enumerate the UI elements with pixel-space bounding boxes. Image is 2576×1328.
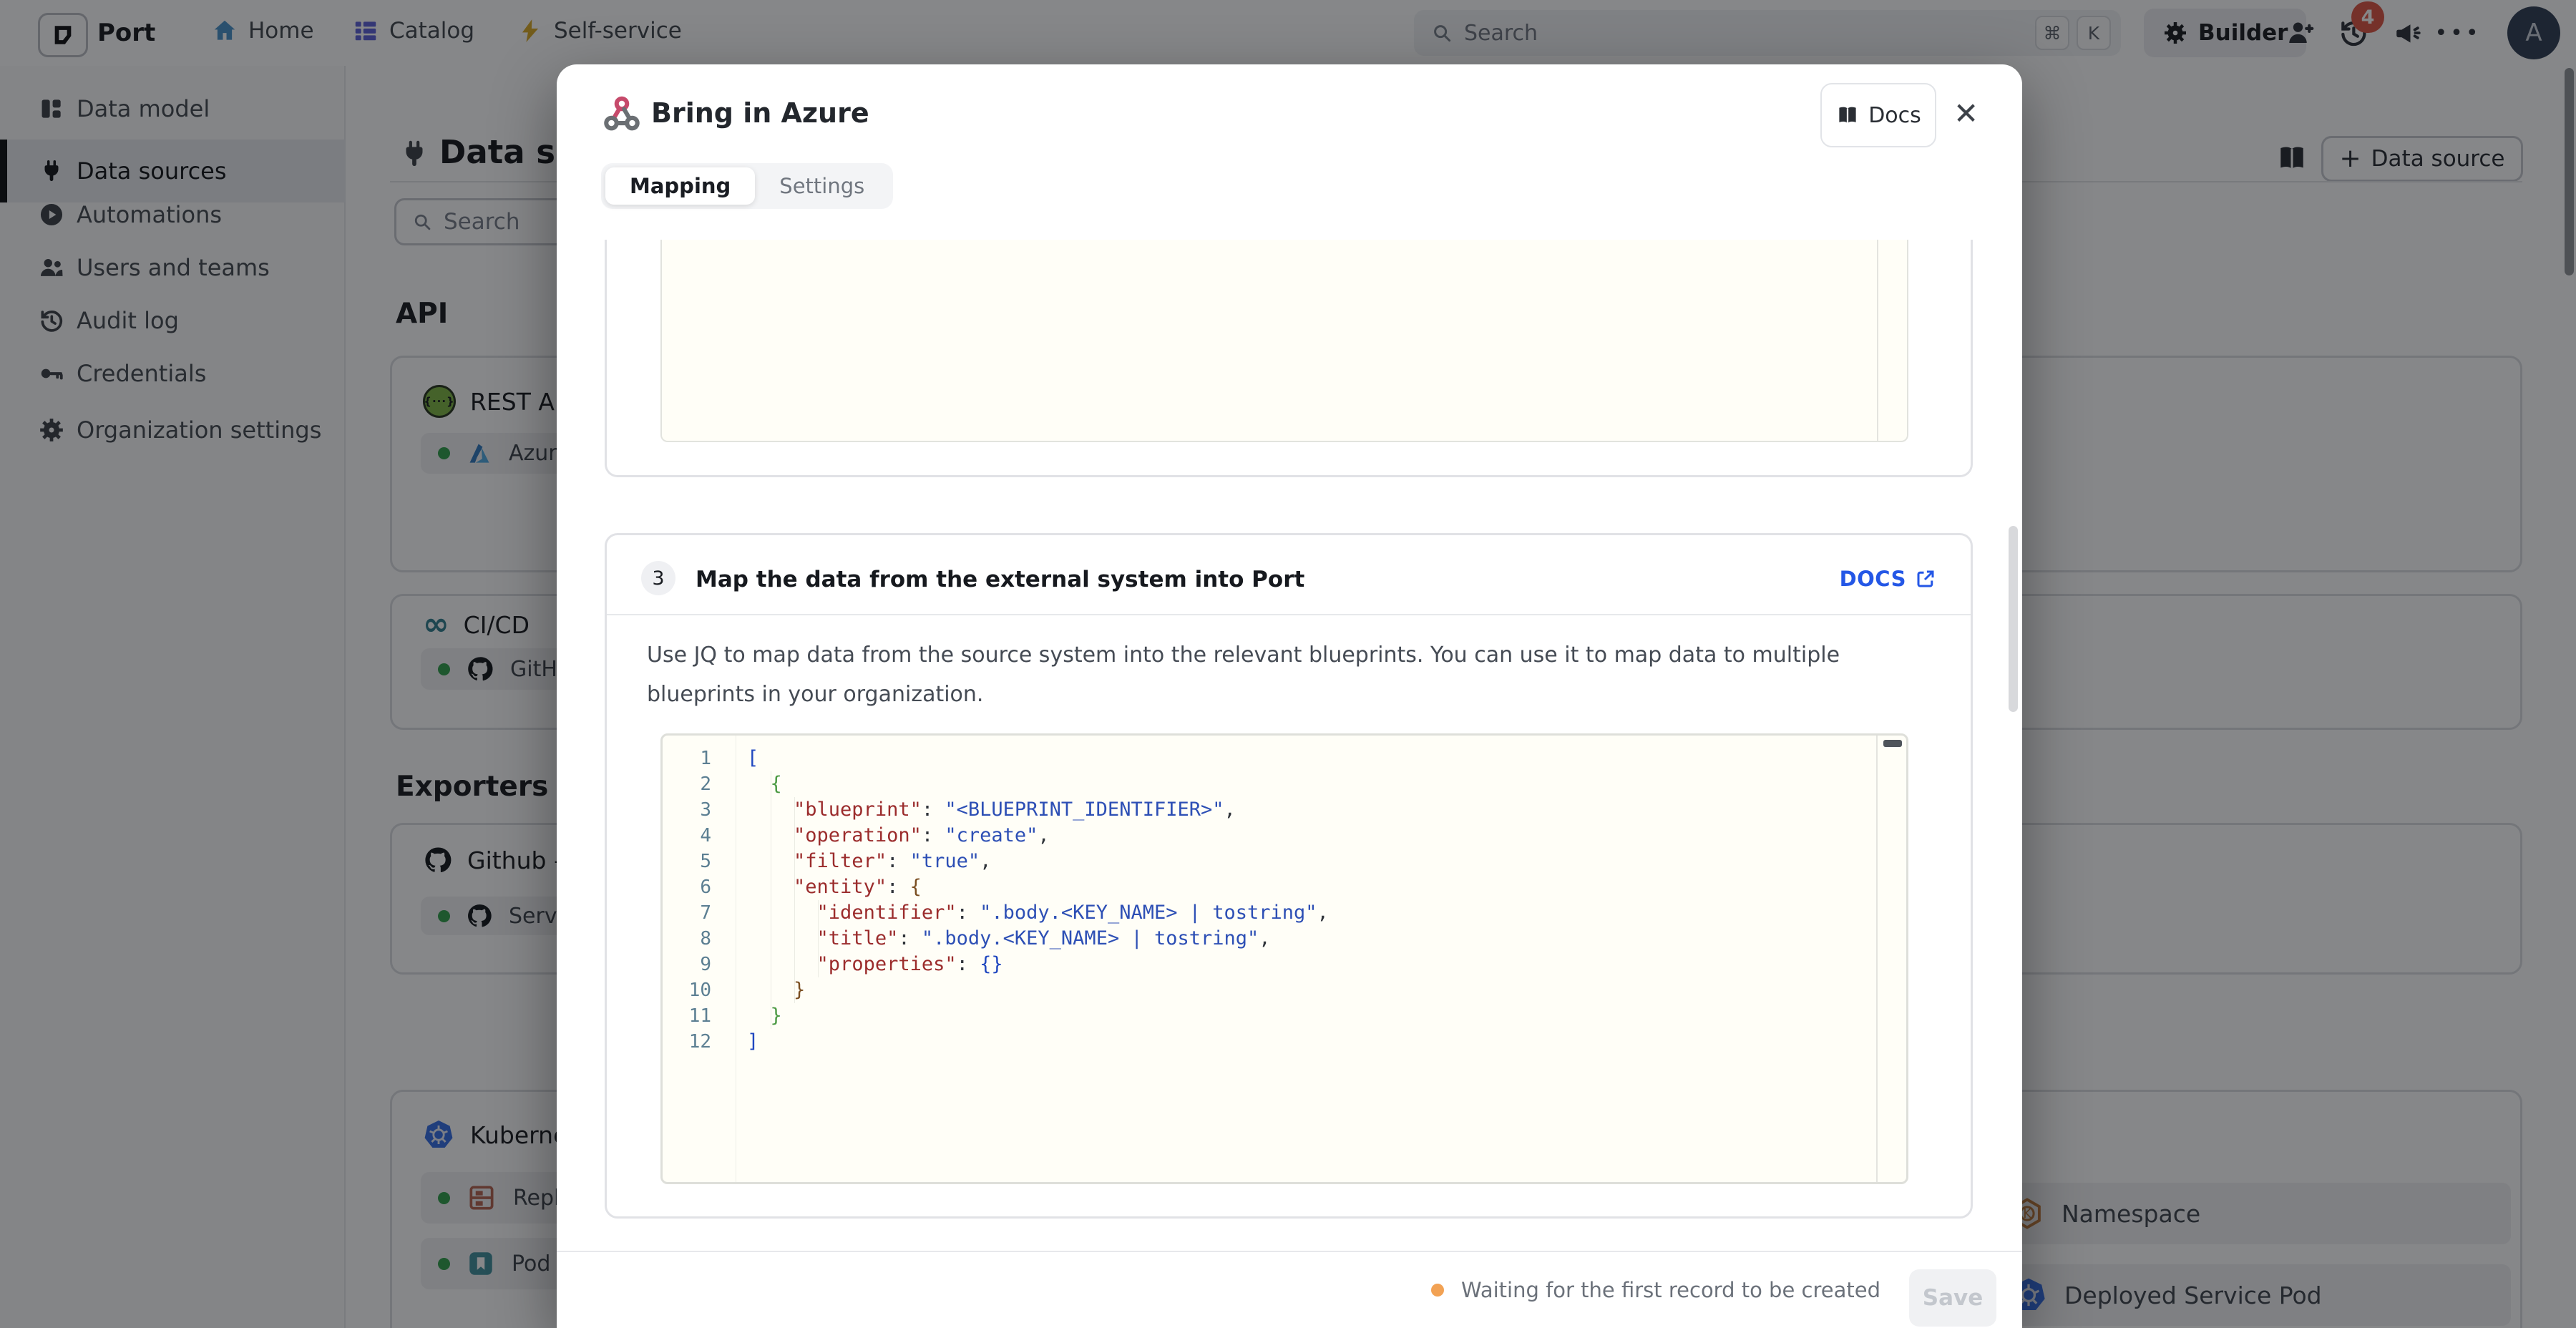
editor-scrollbar-track	[1877, 240, 1878, 441]
close-icon[interactable]: ✕	[1953, 99, 1979, 129]
tab-mapping[interactable]: Mapping	[605, 167, 755, 205]
step-docs-label: DOCS	[1840, 567, 1906, 591]
book-icon	[1835, 103, 1860, 127]
step-number-badge: 3	[641, 561, 675, 595]
code-line: 7 "identifier": ".body.<KEY_NAME> | tost…	[663, 900, 1906, 926]
code-line: 10 }	[663, 977, 1906, 1003]
modal-title: Bring in Azure	[651, 97, 869, 129]
editor-scrollbar-track	[1876, 736, 1878, 1182]
step-2-code-editor[interactable]	[660, 240, 1908, 442]
modal-tabs: Mapping Settings	[601, 163, 893, 209]
code-line: 8 "title": ".body.<KEY_NAME> | tostring"…	[663, 926, 1906, 952]
step-header-divider	[607, 614, 1971, 615]
step-title: Map the data from the external system in…	[696, 567, 1304, 592]
code-line: 12]	[663, 1029, 1906, 1055]
webhook-icon	[601, 93, 643, 135]
code-line: 1[	[663, 746, 1906, 771]
code-line: 5 "filter": "true",	[663, 849, 1906, 874]
editor-scrollbar-thumb[interactable]	[1883, 740, 1902, 747]
code-line: 3 "blueprint": "<BLUEPRINT_IDENTIFIER>",	[663, 797, 1906, 823]
code-line: 11 }	[663, 1003, 1906, 1029]
code-lines: 1[2 {3 "blueprint": "<BLUEPRINT_IDENTIFI…	[663, 746, 1906, 1055]
tab-settings[interactable]: Settings	[755, 167, 889, 205]
docs-button-label: Docs	[1868, 103, 1921, 128]
bring-in-azure-modal: Bring in Azure Docs ✕ Mapping Settings 3…	[557, 64, 2022, 1328]
code-line: 4 "operation": "create",	[663, 823, 1906, 849]
step-description: Use JQ to map data from the source syste…	[647, 635, 1935, 714]
external-link-icon	[1915, 568, 1936, 590]
indent-guide	[818, 900, 819, 977]
mapping-code-editor[interactable]: 1[2 {3 "blueprint": "<BLUEPRINT_IDENTIFI…	[660, 733, 1908, 1184]
docs-button[interactable]: Docs	[1820, 83, 1936, 147]
modal-body: 3 Map the data from the external system …	[557, 240, 2022, 1251]
status-dot-orange	[1431, 1284, 1444, 1297]
step-docs-link[interactable]: DOCS	[1840, 567, 1936, 591]
save-button[interactable]: Save	[1909, 1269, 1996, 1327]
screen: Port Home Catalog Self-service Search ⌘ …	[0, 0, 2576, 1328]
code-line: 6 "entity": {	[663, 874, 1906, 900]
step-3-card: 3 Map the data from the external system …	[605, 533, 1973, 1219]
footer-status-text: Waiting for the first record to be creat…	[1461, 1278, 1880, 1302]
modal-footer: Waiting for the first record to be creat…	[557, 1251, 2022, 1328]
code-line: 2 {	[663, 771, 1906, 797]
indent-guide	[794, 797, 795, 1003]
code-line: 9 "properties": {}	[663, 952, 1906, 977]
modal-scrollbar-thumb[interactable]	[2009, 526, 2018, 712]
step-2-card-partial	[605, 240, 1973, 477]
